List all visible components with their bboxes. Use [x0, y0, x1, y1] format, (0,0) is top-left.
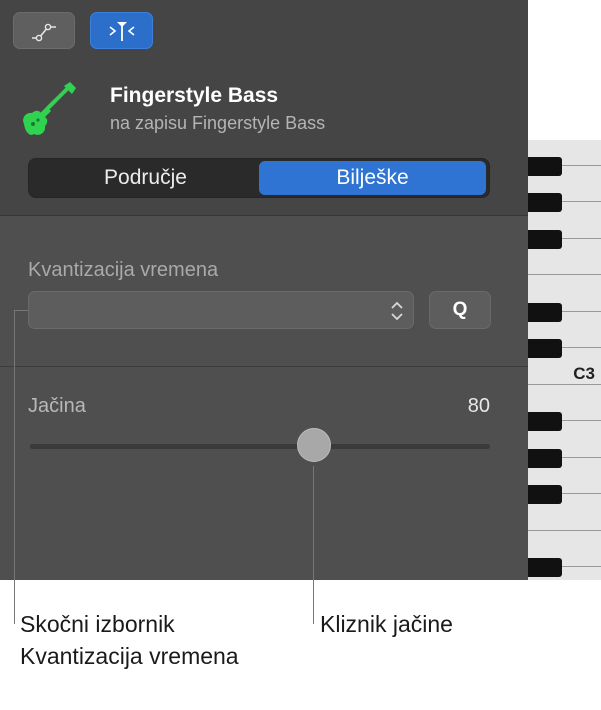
quantize-popup-menu[interactable]: [28, 291, 414, 329]
quantize-button[interactable]: Q: [429, 291, 491, 329]
inspector-panel: Fingerstyle Bass na zapisu Fingerstyle B…: [0, 0, 528, 580]
velocity-slider-fill: [30, 444, 314, 449]
chevron-up-down-icon: [391, 301, 403, 321]
header-divider: [0, 215, 528, 216]
quantize-callout-tick: [14, 310, 28, 311]
black-key[interactable]: [528, 339, 562, 358]
section-divider: [0, 366, 528, 367]
velocity-value: 80: [467, 395, 490, 417]
black-key[interactable]: [528, 156, 562, 176]
black-key[interactable]: [528, 448, 562, 468]
quantize-label: Kvantizacija vremena: [28, 259, 219, 281]
piano-keyboard[interactable]: C4C3: [528, 140, 601, 580]
black-key[interactable]: [528, 193, 562, 212]
view-segmented-control: Područje Bilješke: [28, 158, 490, 198]
velocity-slider-thumb[interactable]: [296, 428, 331, 462]
velocity-callout-line: [313, 466, 314, 624]
black-key[interactable]: [528, 485, 562, 504]
octave-label-c3: C3: [573, 364, 595, 383]
automation-button[interactable]: [13, 12, 75, 49]
quantize-callout-text: Skočni izbornik Kvantizacija vremena: [20, 611, 239, 669]
velocity-slider[interactable]: [30, 428, 490, 462]
black-key[interactable]: [528, 229, 562, 249]
black-key[interactable]: [528, 558, 562, 577]
velocity-label: Jačina: [28, 395, 86, 417]
tab-region[interactable]: Područje: [32, 161, 259, 195]
black-key[interactable]: [528, 412, 562, 431]
velocity-callout-text: Kliznik jačine: [320, 611, 453, 637]
catch-playhead-icon: [109, 21, 134, 41]
track-subtitle: na zapisu Fingerstyle Bass: [110, 113, 326, 133]
track-title: Fingerstyle Bass: [110, 84, 279, 107]
catch-playhead-button[interactable]: [90, 12, 153, 49]
black-key[interactable]: [528, 302, 562, 322]
bass-guitar-icon: [18, 80, 80, 138]
automation-curve-icon: [32, 23, 56, 41]
tab-notes[interactable]: Bilješke: [259, 161, 486, 195]
quantize-callout-line: [14, 310, 15, 624]
